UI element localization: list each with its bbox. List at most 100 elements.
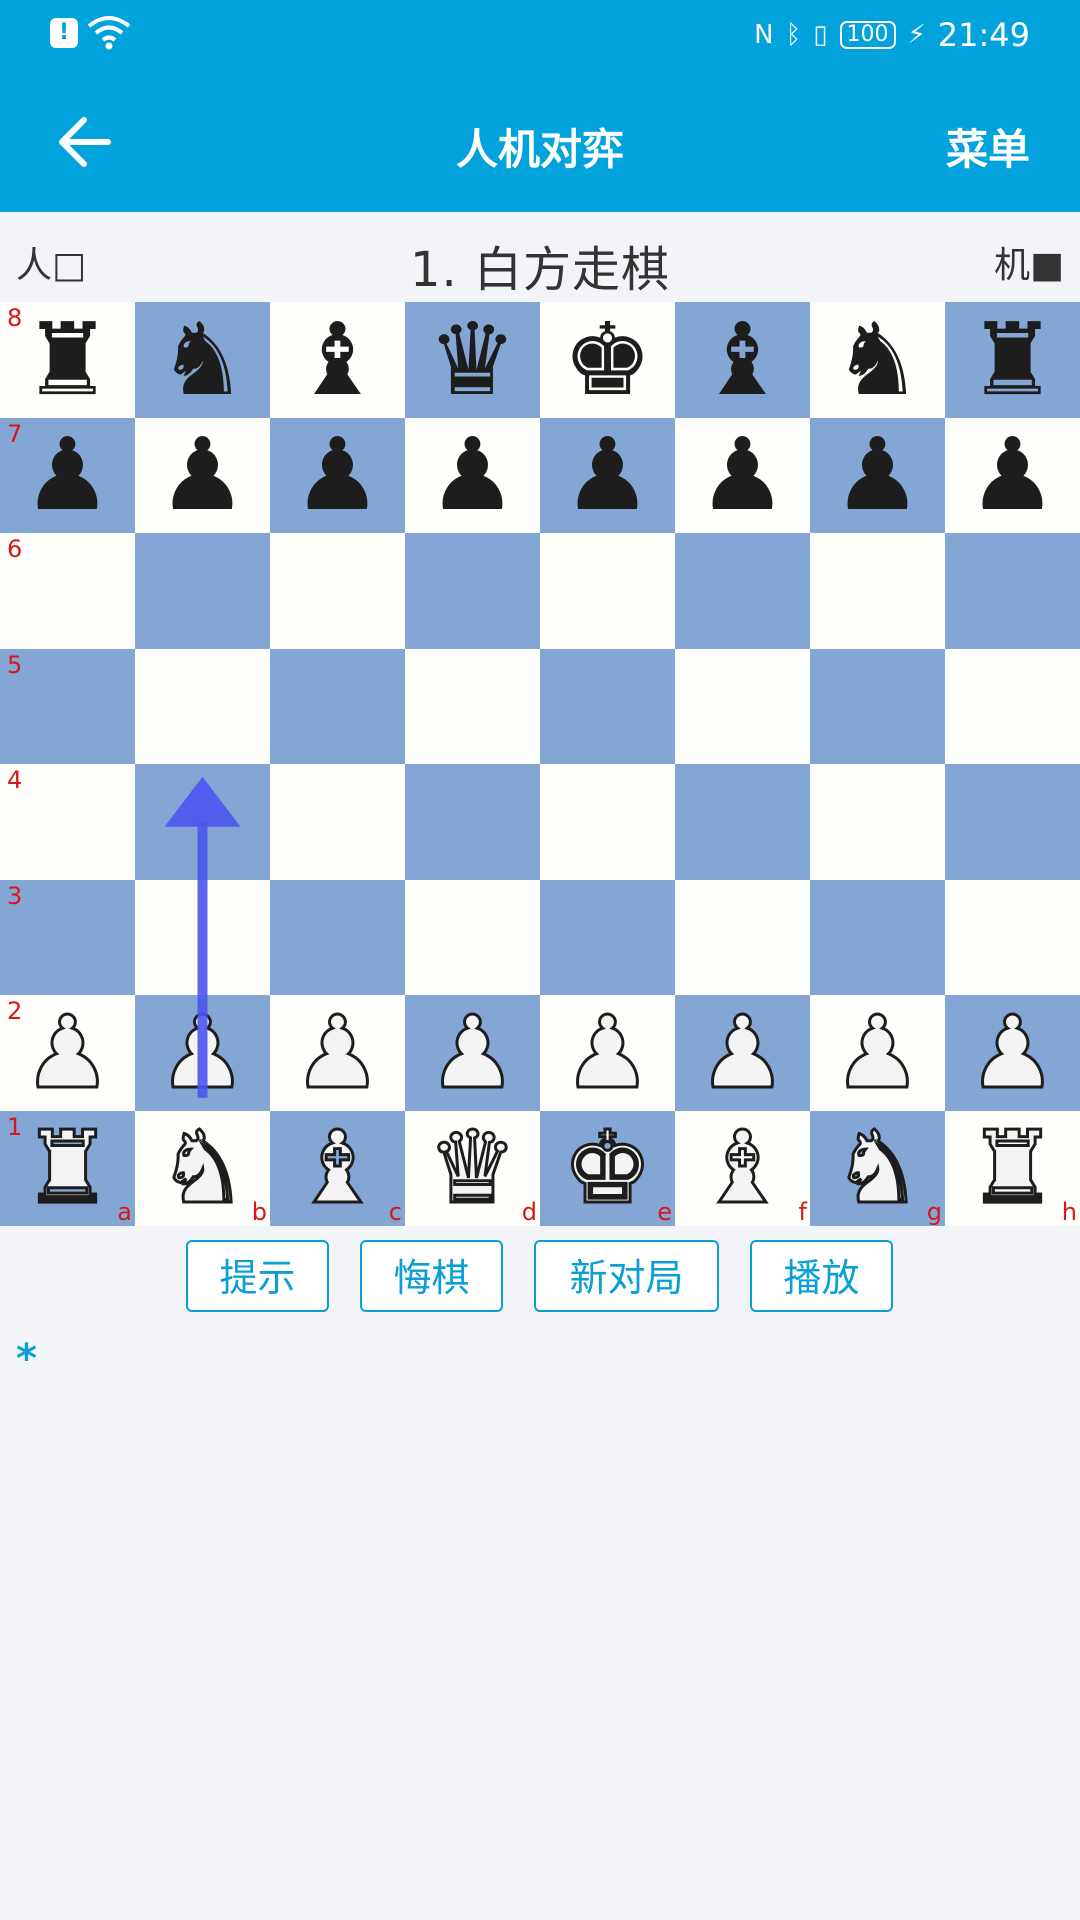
- square-e2[interactable]: ♟: [540, 995, 675, 1111]
- square-e3[interactable]: [540, 879, 675, 995]
- square-g6[interactable]: [810, 533, 945, 649]
- square-b4[interactable]: [135, 764, 270, 880]
- white-king-icon[interactable]: ♚: [540, 1111, 675, 1227]
- square-g7[interactable]: ♟: [810, 417, 945, 534]
- square-c2[interactable]: ♟: [270, 995, 405, 1111]
- square-e6[interactable]: [540, 533, 675, 649]
- white-pawn-icon[interactable]: ♟: [675, 995, 810, 1111]
- white-pawn-icon[interactable]: ♟: [540, 995, 675, 1111]
- square-c4[interactable]: [270, 764, 405, 880]
- square-h3[interactable]: [945, 879, 1080, 995]
- white-pawn-icon[interactable]: ♟: [810, 995, 945, 1111]
- black-pawn-icon[interactable]: ♟: [0, 418, 135, 534]
- square-c8[interactable]: ♝: [270, 302, 405, 418]
- black-pawn-icon[interactable]: ♟: [405, 418, 540, 534]
- square-c6[interactable]: [270, 533, 405, 649]
- square-a4[interactable]: 4: [0, 764, 135, 880]
- square-g4[interactable]: [810, 764, 945, 880]
- black-pawn-icon[interactable]: ♟: [270, 418, 405, 534]
- square-b7[interactable]: ♟: [135, 417, 270, 534]
- white-rook-icon[interactable]: ♜: [0, 1111, 135, 1227]
- black-king-icon[interactable]: ♚: [540, 302, 675, 418]
- square-d7[interactable]: ♟: [405, 417, 540, 534]
- white-pawn-icon[interactable]: ♟: [945, 995, 1080, 1111]
- white-bishop-icon[interactable]: ♝: [270, 1111, 405, 1227]
- square-d6[interactable]: [405, 533, 540, 649]
- square-a2[interactable]: 2 ♟: [0, 995, 135, 1111]
- square-f5[interactable]: [675, 648, 810, 764]
- square-g5[interactable]: [810, 648, 945, 764]
- square-h7[interactable]: ♟: [945, 417, 1080, 534]
- square-h1[interactable]: h ♜: [945, 1110, 1080, 1227]
- square-f4[interactable]: [675, 764, 810, 880]
- menu-button[interactable]: 菜单: [946, 116, 1030, 177]
- square-h6[interactable]: [945, 533, 1080, 649]
- white-pawn-icon[interactable]: ♟: [0, 995, 135, 1111]
- undo-button[interactable]: 悔棋: [360, 1240, 503, 1312]
- black-pawn-icon[interactable]: ♟: [135, 418, 270, 534]
- white-bishop-icon[interactable]: ♝: [675, 1111, 810, 1227]
- square-a8[interactable]: 8 ♜: [0, 302, 135, 418]
- white-pawn-icon[interactable]: ♟: [405, 995, 540, 1111]
- square-e4[interactable]: [540, 764, 675, 880]
- square-d5[interactable]: [405, 648, 540, 764]
- square-d2[interactable]: ♟: [405, 995, 540, 1111]
- square-e5[interactable]: [540, 648, 675, 764]
- square-b5[interactable]: [135, 648, 270, 764]
- black-pawn-icon[interactable]: ♟: [675, 418, 810, 534]
- play-button[interactable]: 播放: [750, 1240, 893, 1312]
- square-g3[interactable]: [810, 879, 945, 995]
- square-c3[interactable]: [270, 879, 405, 995]
- white-rook-icon[interactable]: ♜: [945, 1111, 1080, 1227]
- square-a3[interactable]: 3: [0, 879, 135, 995]
- square-f6[interactable]: [675, 533, 810, 649]
- black-knight-icon[interactable]: ♞: [135, 302, 270, 418]
- square-f1[interactable]: f ♝: [675, 1110, 810, 1227]
- square-e8[interactable]: ♚: [540, 302, 675, 418]
- black-rook-icon[interactable]: ♜: [945, 302, 1080, 418]
- square-f7[interactable]: ♟: [675, 417, 810, 534]
- square-h2[interactable]: ♟: [945, 995, 1080, 1111]
- square-e1[interactable]: e ♚: [540, 1110, 675, 1227]
- black-pawn-icon[interactable]: ♟: [540, 418, 675, 534]
- square-c7[interactable]: ♟: [270, 417, 405, 534]
- square-e7[interactable]: ♟: [540, 417, 675, 534]
- hint-button[interactable]: 提示: [186, 1240, 329, 1312]
- square-g8[interactable]: ♞: [810, 302, 945, 418]
- square-b8[interactable]: ♞: [135, 302, 270, 418]
- black-queen-icon[interactable]: ♛: [405, 302, 540, 418]
- black-pawn-icon[interactable]: ♟: [810, 418, 945, 534]
- square-f8[interactable]: ♝: [675, 302, 810, 418]
- square-a6[interactable]: 6: [0, 533, 135, 649]
- black-pawn-icon[interactable]: ♟: [945, 418, 1080, 534]
- black-bishop-icon[interactable]: ♝: [270, 302, 405, 418]
- black-rook-icon[interactable]: ♜: [0, 302, 135, 418]
- square-a7[interactable]: 7 ♟: [0, 417, 135, 534]
- square-d3[interactable]: [405, 879, 540, 995]
- square-b6[interactable]: [135, 533, 270, 649]
- white-pawn-icon[interactable]: ♟: [135, 995, 270, 1111]
- square-b2[interactable]: ♟: [135, 995, 270, 1111]
- square-c1[interactable]: c ♝: [270, 1110, 405, 1227]
- square-a5[interactable]: 5: [0, 648, 135, 764]
- square-d4[interactable]: [405, 764, 540, 880]
- square-f3[interactable]: [675, 879, 810, 995]
- chess-board[interactable]: 8 ♜ ♞ ♝ ♛ ♚ ♝ ♞ ♜ 7 ♟ ♟ ♟ ♟ ♟ ♟ ♟ ♟ 6 5 4 3 2 ♟ ♟ ♟ ♟ ♟ ♟ ♟ ♟ 1 a ♜ b ♞ c ♝ d ♛…: [0, 302, 1080, 1226]
- square-g2[interactable]: ♟: [810, 995, 945, 1111]
- new-game-button[interactable]: 新对局: [534, 1240, 719, 1312]
- square-h8[interactable]: ♜: [945, 302, 1080, 418]
- square-c5[interactable]: [270, 648, 405, 764]
- square-a1[interactable]: 1 a ♜: [0, 1110, 135, 1227]
- square-h5[interactable]: [945, 648, 1080, 764]
- white-knight-icon[interactable]: ♞: [135, 1111, 270, 1227]
- square-h4[interactable]: [945, 764, 1080, 880]
- square-b1[interactable]: b ♞: [135, 1110, 270, 1227]
- square-b3[interactable]: [135, 879, 270, 995]
- square-d1[interactable]: d ♛: [405, 1110, 540, 1227]
- white-queen-icon[interactable]: ♛: [405, 1111, 540, 1227]
- square-d8[interactable]: ♛: [405, 302, 540, 418]
- square-f2[interactable]: ♟: [675, 995, 810, 1111]
- square-g1[interactable]: g ♞: [810, 1110, 945, 1227]
- white-knight-icon[interactable]: ♞: [810, 1111, 945, 1227]
- white-pawn-icon[interactable]: ♟: [270, 995, 405, 1111]
